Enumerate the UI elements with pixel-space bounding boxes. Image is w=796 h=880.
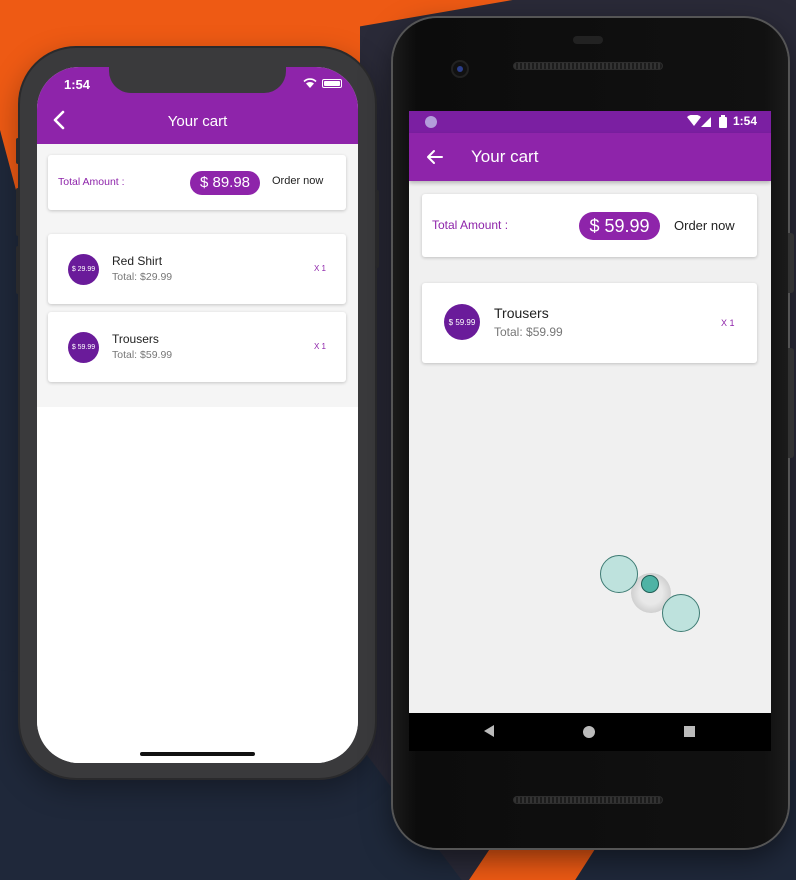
nav-recents-icon[interactable] — [684, 726, 695, 737]
bottom-speaker — [513, 796, 663, 804]
back-arrow-icon[interactable] — [425, 148, 443, 166]
wifi-icon — [303, 78, 317, 88]
android-screen: 1:54 Your cart Total Amount : $ 59.99 Or… — [409, 111, 771, 713]
total-amount-label: Total Amount : — [58, 176, 125, 188]
nav-back-icon[interactable] — [484, 725, 494, 737]
notch — [109, 67, 286, 93]
signal-icon — [686, 114, 711, 127]
ios-screen: 1:54 Your cart Total Amount : $ 89.98 Or… — [37, 67, 358, 763]
android-nav-bar — [409, 713, 771, 751]
volume-down-button — [16, 246, 20, 294]
iphone-device: 1:54 Your cart Total Amount : $ 89.98 Or… — [16, 48, 379, 778]
cart-item[interactable]: $ 59.99 Trousers Total: $59.99 X 1 — [422, 283, 757, 363]
status-time: 1:54 — [64, 77, 91, 92]
price-avatar: $ 59.99 — [68, 332, 99, 363]
power-button — [375, 190, 379, 268]
price-avatar: $ 29.99 — [68, 254, 99, 285]
total-amount-label: Total Amount : — [432, 218, 509, 232]
nav-home-icon[interactable] — [583, 726, 595, 738]
price-avatar: $ 59.99 — [444, 304, 480, 340]
total-amount-chip: $ 59.99 — [579, 212, 660, 240]
item-title: Red Shirt — [112, 254, 163, 268]
touch-point — [662, 594, 700, 632]
battery-icon — [322, 78, 342, 88]
item-quantity: X 1 — [721, 318, 735, 328]
item-title: Trousers — [112, 332, 159, 346]
total-amount-card: Total Amount : $ 59.99 Order now — [422, 194, 757, 257]
item-quantity: X 1 — [314, 342, 327, 351]
volume-up-button — [16, 188, 20, 236]
item-subtotal: Total: $59.99 — [112, 349, 173, 361]
notification-icon — [425, 116, 437, 128]
cart-item[interactable]: $ 59.99 Trousers Total: $59.99 X 1 — [48, 312, 346, 382]
power-button — [788, 233, 794, 293]
order-now-button[interactable]: Order now — [674, 218, 735, 233]
item-subtotal: Total: $59.99 — [494, 325, 563, 339]
item-title: Trousers — [494, 305, 549, 321]
content-area — [37, 407, 358, 763]
item-subtotal: Total: $29.99 — [112, 271, 173, 283]
item-quantity: X 1 — [314, 264, 327, 273]
total-amount-chip: $ 89.98 — [190, 171, 260, 195]
earpiece — [573, 36, 603, 44]
status-time: 1:54 — [732, 114, 757, 128]
touch-center — [641, 575, 659, 593]
side-button — [16, 138, 20, 164]
touch-point — [600, 555, 638, 593]
cart-item[interactable]: $ 29.99 Red Shirt Total: $29.99 X 1 — [48, 234, 346, 304]
order-now-button[interactable]: Order now — [272, 175, 323, 187]
status-icons: 1:54 — [686, 114, 757, 128]
android-app-bar: Your cart — [409, 133, 771, 181]
home-indicator[interactable] — [140, 752, 255, 756]
page-title: Your cart — [167, 113, 228, 130]
total-amount-card: Total Amount : $ 89.98 Order now — [48, 155, 346, 210]
ios-app-bar: 1:54 Your cart — [37, 67, 358, 144]
volume-button — [788, 348, 794, 458]
android-device: 1:54 Your cart Total Amount : $ 59.99 Or… — [393, 18, 794, 848]
android-status-bar: 1:54 — [409, 111, 771, 133]
top-speaker — [513, 62, 663, 70]
front-camera — [451, 60, 469, 78]
status-icons — [303, 78, 342, 88]
page-title: Your cart — [471, 147, 539, 166]
battery-icon — [718, 114, 727, 128]
